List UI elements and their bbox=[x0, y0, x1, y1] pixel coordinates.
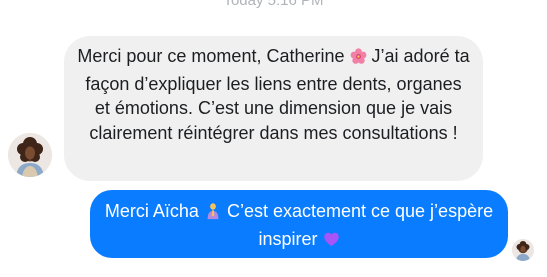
praying-hands-emoji-icon bbox=[204, 202, 222, 227]
chat-thread: Today 5:16 PM Merci pour ce moment, Cath… bbox=[0, 0, 547, 277]
message-timestamp: Today 5:16 PM bbox=[223, 0, 324, 9]
purple-heart-emoji-icon bbox=[323, 230, 340, 255]
received-message-bubble[interactable]: Merci pour ce moment, Catherine J’ai ado… bbox=[64, 36, 483, 181]
received-message-text-start: Merci pour ce moment, Catherine bbox=[77, 46, 345, 66]
read-receipt-avatar bbox=[512, 239, 534, 261]
read-receipt-avatar-image bbox=[512, 239, 534, 261]
sent-message-text-rest: C’est exactement ce que j’espère inspire… bbox=[226, 201, 494, 249]
sent-message-text-start: Merci Aïcha bbox=[104, 201, 199, 221]
contact-avatar[interactable] bbox=[8, 133, 52, 177]
sent-message-bubble[interactable]: Merci Aïcha C’est exactement ce que j’es… bbox=[90, 190, 508, 258]
contact-avatar-image bbox=[8, 133, 52, 177]
hibiscus-emoji-icon bbox=[350, 47, 367, 72]
